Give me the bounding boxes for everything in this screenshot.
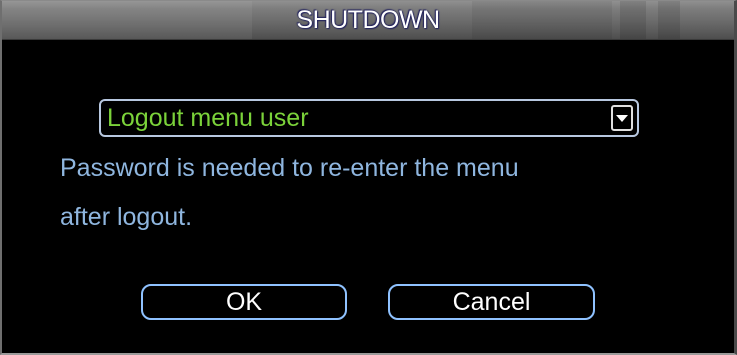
ok-button[interactable]: OK: [141, 284, 347, 320]
shutdown-mode-select[interactable]: Logout menu user: [99, 99, 639, 137]
info-message-line-1: Password is needed to re-enter the menu: [60, 154, 519, 182]
shutdown-mode-value: Logout menu user: [107, 104, 309, 132]
title-bar[interactable]: SHUTDOWN: [2, 1, 734, 40]
info-message-line-2: after logout.: [60, 203, 193, 231]
shutdown-dialog: SHUTDOWN Logout menu user Password is ne…: [0, 0, 737, 355]
cancel-button[interactable]: Cancel: [388, 284, 595, 320]
dropdown-toggle[interactable]: [611, 105, 633, 131]
chevron-down-icon: [616, 115, 628, 122]
dialog-title: SHUTDOWN: [296, 6, 440, 34]
